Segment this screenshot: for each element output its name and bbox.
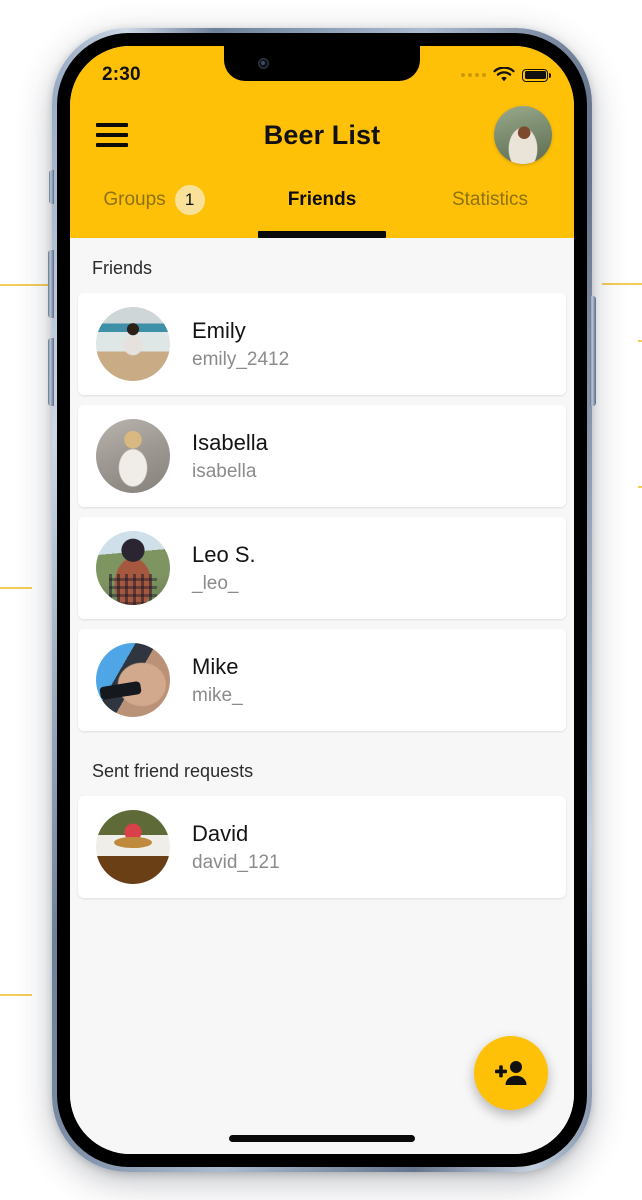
- alignment-guide-line: [638, 486, 642, 488]
- avatar-image: [96, 531, 170, 605]
- tab-statistics[interactable]: Statistics: [406, 172, 574, 238]
- volume-up-button[interactable]: [48, 250, 54, 318]
- alignment-guide-line: [638, 340, 642, 342]
- cellular-dots-icon: [461, 73, 486, 77]
- power-button[interactable]: [590, 296, 596, 406]
- alignment-guide-line: [0, 587, 32, 589]
- section-header-sent-requests: Sent friend requests: [70, 741, 574, 796]
- list-item[interactable]: David david_121: [78, 796, 566, 898]
- friend-handle: isabella: [192, 460, 257, 482]
- avatar: [96, 531, 170, 605]
- friend-handle: emily_2412: [192, 348, 290, 370]
- phone-bezel: 2:30 Beer List Groups 1 Friends Statisti…: [57, 33, 587, 1167]
- front-camera-icon: [258, 58, 269, 69]
- avatar: [96, 810, 170, 884]
- phone-screen: 2:30 Beer List Groups 1 Friends Statisti…: [70, 46, 574, 1154]
- friend-name: Emily: [192, 317, 246, 343]
- avatar-image: [96, 643, 170, 717]
- status-bar-clock: 2:30: [102, 64, 141, 85]
- avatar: [96, 419, 170, 493]
- list-item-meta: Mike mike_: [192, 654, 243, 707]
- tab-groups-label: Groups: [103, 189, 166, 210]
- list-item[interactable]: Mike mike_: [78, 629, 566, 731]
- section-header-friends: Friends: [70, 238, 574, 293]
- friend-handle: mike_: [192, 684, 243, 706]
- friend-name: Mike: [192, 653, 239, 679]
- avatar-image: [96, 419, 170, 493]
- friend-name: Isabella: [192, 429, 268, 455]
- avatar: [96, 643, 170, 717]
- silent-switch-button[interactable]: [49, 170, 54, 204]
- display-notch: [224, 46, 420, 81]
- profile-avatar-image: [494, 106, 552, 164]
- app-bar: Beer List: [70, 98, 574, 172]
- tab-friends[interactable]: Friends: [238, 172, 406, 238]
- add-friend-button[interactable]: [474, 1036, 548, 1110]
- hamburger-menu-icon[interactable]: [96, 118, 136, 152]
- screenshot-stage: 2:30 Beer List Groups 1 Friends Statisti…: [0, 0, 642, 1200]
- status-bar-indicators: [461, 67, 551, 83]
- tab-bar: Groups 1 Friends Statistics: [70, 172, 574, 238]
- tab-statistics-label: Statistics: [451, 189, 529, 210]
- avatar-image: [96, 307, 170, 381]
- list-item-meta: Emily emily_2412: [192, 318, 289, 371]
- friend-handle: david_121: [192, 851, 280, 873]
- avatar: [96, 307, 170, 381]
- volume-down-button[interactable]: [48, 338, 54, 406]
- list-item-meta: Leo S. _leo_: [192, 542, 256, 595]
- person-add-icon: [495, 1061, 527, 1085]
- home-indicator[interactable]: [229, 1135, 415, 1142]
- tab-groups[interactable]: Groups 1: [70, 172, 238, 238]
- active-tab-indicator: [258, 231, 386, 238]
- list-item-meta: David david_121: [192, 821, 280, 874]
- battery-full-icon: [522, 68, 551, 82]
- alignment-guide-line: [0, 994, 32, 996]
- friends-list-content: Friends Emily emily_2412 Isabella isabel…: [70, 238, 574, 1154]
- wifi-icon: [493, 67, 515, 82]
- avatar-image: [96, 810, 170, 884]
- list-item-meta: Isabella isabella: [192, 430, 268, 483]
- friend-handle: _leo_: [192, 572, 239, 594]
- alignment-guide-line: [602, 283, 642, 285]
- friend-name: Leo S.: [192, 541, 256, 567]
- tab-friends-label: Friends: [287, 189, 357, 210]
- list-item[interactable]: Emily emily_2412: [78, 293, 566, 395]
- friend-name: David: [192, 820, 249, 846]
- phone-device-frame: 2:30 Beer List Groups 1 Friends Statisti…: [48, 28, 596, 1172]
- list-item[interactable]: Leo S. _leo_: [78, 517, 566, 619]
- list-item[interactable]: Isabella isabella: [78, 405, 566, 507]
- profile-avatar[interactable]: [494, 106, 552, 164]
- tab-groups-badge: 1: [174, 185, 205, 215]
